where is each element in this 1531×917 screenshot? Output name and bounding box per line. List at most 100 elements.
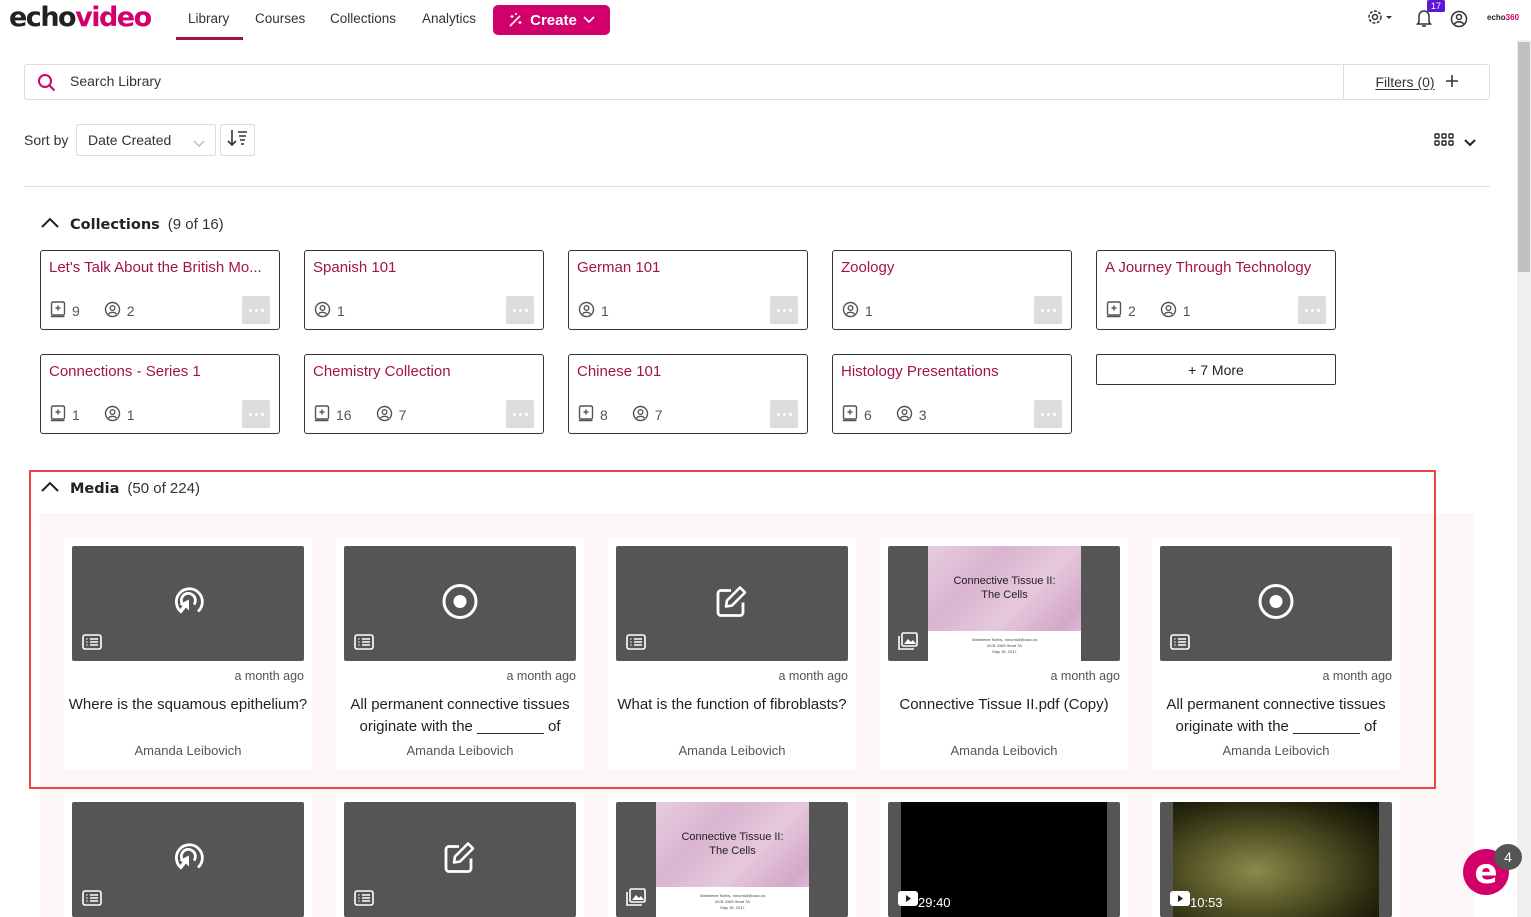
media-card[interactable]: Connective Tissue II: The Cells Madeleine … <box>880 538 1128 770</box>
sort-descending-icon <box>226 129 249 152</box>
collection-title[interactable]: Let's Talk About the British Mo... <box>49 259 275 276</box>
search-input[interactable] <box>70 73 1070 89</box>
collection-card[interactable]: A Journey Through Technology 2 1 <box>1096 250 1336 330</box>
quiz-list-icon <box>354 890 374 911</box>
create-button[interactable]: Create <box>493 5 610 35</box>
collection-title[interactable]: A Journey Through Technology <box>1105 259 1331 276</box>
media-title[interactable]: Where is the squamous epithelium? <box>68 694 308 716</box>
collection-card[interactable]: Zoology 1 <box>832 250 1072 330</box>
collection-title[interactable]: Spanish 101 <box>313 259 539 276</box>
media-card[interactable]: 29:40 <box>880 794 1128 917</box>
media-count-value: 6 <box>864 407 872 423</box>
media-card[interactable]: a month ago What is the function of fibro… <box>608 538 856 770</box>
media-thumbnail[interactable] <box>72 802 304 917</box>
echo360-logo: echo360 <box>1487 13 1520 22</box>
more-options-button[interactable] <box>770 296 798 324</box>
media-card[interactable]: Connective Tissue II: The Cells Madeleine … <box>608 794 856 917</box>
media-card[interactable]: 10:53 <box>1152 794 1400 917</box>
collection-title[interactable]: German 101 <box>577 259 803 276</box>
more-options-button[interactable] <box>1034 296 1062 324</box>
media-card[interactable] <box>336 794 584 917</box>
chevron-down-icon <box>193 135 205 151</box>
more-options-button[interactable] <box>770 400 798 428</box>
media-title[interactable]: Connective Tissue II.pdf (Copy) <box>884 694 1124 716</box>
settings-menu[interactable] <box>1367 8 1393 31</box>
media-thumbnail[interactable] <box>72 546 304 661</box>
more-options-button[interactable] <box>242 296 270 324</box>
media-thumbnail[interactable]: Connective Tissue II: The Cells Madeleine … <box>616 802 848 917</box>
radio-choice-icon <box>1257 582 1295 625</box>
tab-courses[interactable]: Courses <box>255 11 305 26</box>
collection-card[interactable]: Histology Presentations 6 3 <box>832 354 1072 434</box>
tab-analytics[interactable]: Analytics <box>422 11 476 26</box>
more-collections-button[interactable]: + 7 More <box>1096 354 1336 385</box>
slide-footer-line: May 18, 2017 <box>992 649 1017 654</box>
echovideo-logo[interactable]: echovideo <box>9 2 152 33</box>
media-count-stat: 16 <box>314 405 352 425</box>
collection-title[interactable]: Zoology <box>841 259 1067 276</box>
more-options-button[interactable] <box>506 400 534 428</box>
chat-badge: 4 <box>1494 844 1522 870</box>
user-count-value: 2 <box>126 303 135 319</box>
collection-card[interactable]: German 101 1 <box>568 250 808 330</box>
more-options-button[interactable] <box>1298 296 1326 324</box>
slide-title-line: Connective Tissue II: <box>953 575 1056 587</box>
tab-collections[interactable]: Collections <box>330 11 396 26</box>
collection-card[interactable]: Let's Talk About the British Mo... 9 2 <box>40 250 280 330</box>
view-toggle[interactable] <box>1434 133 1476 152</box>
media-card[interactable]: a month ago All permanent connective tiss… <box>1152 538 1400 770</box>
slide-title: Connective Tissue II: The Cells <box>928 574 1081 602</box>
media-thumbnail[interactable] <box>344 546 576 661</box>
chevron-up-icon <box>40 216 60 233</box>
quiz-list-icon <box>82 890 102 911</box>
collection-card[interactable]: Chinese 101 8 7 <box>568 354 808 434</box>
media-thumbnail[interactable] <box>344 802 576 917</box>
media-title[interactable]: All permanent connective tissues origina… <box>1156 694 1396 738</box>
sort-label: Sort by <box>24 132 69 148</box>
collection-card[interactable]: Spanish 101 1 <box>304 250 544 330</box>
more-options-button[interactable] <box>1034 400 1062 428</box>
bell-icon <box>1415 10 1433 32</box>
collection-title[interactable]: Histology Presentations <box>841 363 1067 380</box>
collection-stats: 1 <box>578 301 633 321</box>
user-count-stat: 1 <box>314 301 345 321</box>
more-options-button[interactable] <box>242 400 270 428</box>
media-title[interactable]: What is the function of fibroblasts? <box>612 694 852 716</box>
user-count-stat: 1 <box>1160 301 1191 321</box>
media-title[interactable]: All permanent connective tissues origina… <box>340 694 580 738</box>
media-card[interactable]: a month ago All permanent connective tiss… <box>336 538 584 770</box>
media-thumbnail[interactable] <box>1160 546 1392 661</box>
media-owner: Amanda Leibovich <box>950 743 1058 758</box>
media-card[interactable]: a month ago Where is the squamous epithel… <box>64 538 312 770</box>
filters-button[interactable]: Filters (0) <box>1343 65 1490 99</box>
collections-section-toggle[interactable]: Collections (9 of 16) <box>40 216 224 233</box>
user-menu[interactable] <box>1450 8 1468 33</box>
user-count-stat: 1 <box>578 301 609 321</box>
edit-pencil-icon <box>714 583 750 624</box>
sort-select[interactable]: Date Created <box>76 124 216 156</box>
more-options-button[interactable] <box>506 296 534 324</box>
sort-direction-button[interactable] <box>220 124 255 156</box>
user-icon <box>632 405 649 425</box>
media-section-toggle[interactable]: Media (50 of 224) <box>40 480 200 497</box>
collection-card[interactable]: Connections - Series 111 <box>40 354 280 434</box>
user-count-value: 1 <box>865 303 873 319</box>
collection-card[interactable]: Chemistry Collection 16 7 <box>304 354 544 434</box>
media-count-value: 16 <box>336 407 352 423</box>
collection-title[interactable]: Chemistry Collection <box>313 363 539 380</box>
tab-library[interactable]: Library <box>188 11 229 26</box>
media-card[interactable] <box>64 794 312 917</box>
user-count-stat: 1 <box>842 301 873 321</box>
media-thumbnail[interactable] <box>616 546 848 661</box>
media-thumbnail[interactable]: 10:53 <box>1160 802 1392 917</box>
page-scrollbar[interactable] <box>1517 40 1531 917</box>
slide-subtitle-line: The Cells <box>709 845 756 857</box>
collection-stats: 16 7 <box>314 405 430 425</box>
collection-stats: 87 <box>578 405 687 425</box>
user-icon <box>1160 301 1177 321</box>
collection-title[interactable]: Connections - Series 1 <box>49 363 275 380</box>
media-thumbnail[interactable]: 29:40 <box>888 802 1120 917</box>
scrollbar-thumb[interactable] <box>1518 42 1530 272</box>
collection-title[interactable]: Chinese 101 <box>577 363 803 380</box>
media-thumbnail[interactable]: Connective Tissue II: The Cells Madeleine … <box>888 546 1120 661</box>
